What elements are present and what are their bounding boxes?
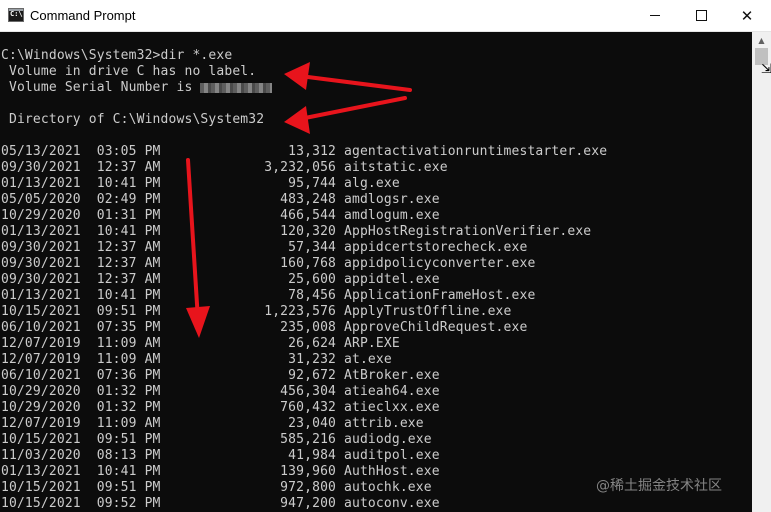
minimize-icon: [650, 15, 660, 16]
command-prompt-window: C:\ Command Prompt ✕ C:\Windows\System32…: [0, 0, 771, 512]
file-row: 12/07/2019 11:09 AM 23,040 attrib.exe: [1, 416, 424, 431]
file-row: 10/29/2020 01:32 PM 456,304 atieah64.exe: [1, 384, 440, 399]
console-output[interactable]: C:\Windows\System32>dir *.exe Volume in …: [0, 32, 752, 512]
prompt-command-line: C:\Windows\System32>dir *.exe: [1, 48, 233, 63]
maximize-icon: [695, 10, 707, 21]
redacted-serial: [200, 82, 273, 93]
file-row: 06/10/2021 07:36 PM 92,672 AtBroker.exe: [1, 368, 440, 383]
file-row: 10/29/2020 01:32 PM 760,432 atieclxx.exe: [1, 400, 440, 415]
mouse-cursor-icon: ⇲: [761, 62, 771, 77]
file-row: 09/30/2021 12:37 AM 25,600 appidtel.exe: [1, 272, 440, 287]
file-row: 05/13/2021 03:05 PM 13,312 agentactivati…: [1, 144, 608, 159]
file-row: 09/30/2021 12:37 AM 3,232,056 aitstatic.…: [1, 160, 448, 175]
directory-line: Directory of C:\Windows\System32: [1, 112, 265, 127]
file-row: 12/07/2019 11:09 AM 31,232 at.exe: [1, 352, 392, 367]
file-row: 12/07/2019 11:09 AM 26,624 ARP.EXE: [1, 336, 400, 351]
file-row: 10/15/2021 09:51 PM 1,223,576 ApplyTrust…: [1, 304, 512, 319]
file-row: 10/29/2020 01:31 PM 466,544 amdlogum.exe: [1, 208, 440, 223]
title-bar[interactable]: C:\ Command Prompt ✕: [0, 0, 771, 32]
window-title: Command Prompt: [30, 8, 136, 23]
minimize-button[interactable]: [632, 0, 678, 31]
volume-label-line: Volume in drive C has no label.: [1, 64, 257, 79]
close-button[interactable]: ✕: [724, 0, 770, 31]
file-row: 01/13/2021 10:41 PM 95,744 alg.exe: [1, 176, 400, 191]
file-row: 01/13/2021 10:41 PM 78,456 ApplicationFr…: [1, 288, 536, 303]
watermark: @稀土掘金技术社区: [596, 478, 722, 494]
file-row: 05/05/2020 02:49 PM 483,248 amdlogsr.exe: [1, 192, 440, 207]
file-row: 01/13/2021 10:41 PM 139,960 AuthHost.exe: [1, 464, 440, 479]
close-icon: ✕: [740, 6, 754, 25]
vertical-scrollbar[interactable]: ▲: [752, 32, 771, 512]
file-row: 01/13/2021 10:41 PM 120,320 AppHostRegis…: [1, 224, 592, 239]
file-row: 09/30/2021 12:37 AM 160,768 appidpolicyc…: [1, 256, 536, 271]
file-row: 10/15/2021 09:51 PM 585,216 audiodg.exe: [1, 432, 432, 447]
file-row: 09/30/2021 12:37 AM 57,344 appidcertstor…: [1, 240, 528, 255]
file-row: 06/10/2021 07:35 PM 235,008 ApproveChild…: [1, 320, 528, 335]
scroll-up-icon[interactable]: ▲: [752, 32, 771, 48]
file-row: 10/15/2021 09:51 PM 972,800 autochk.exe: [1, 480, 432, 495]
maximize-button[interactable]: [678, 0, 724, 31]
file-row: 10/15/2021 09:52 PM 947,200 autoconv.exe: [1, 496, 440, 511]
file-row: 11/03/2020 08:13 PM 41,984 auditpol.exe: [1, 448, 440, 463]
cmd-app-icon[interactable]: C:\: [8, 8, 24, 22]
volume-serial-line: Volume Serial Number is: [1, 80, 273, 96]
